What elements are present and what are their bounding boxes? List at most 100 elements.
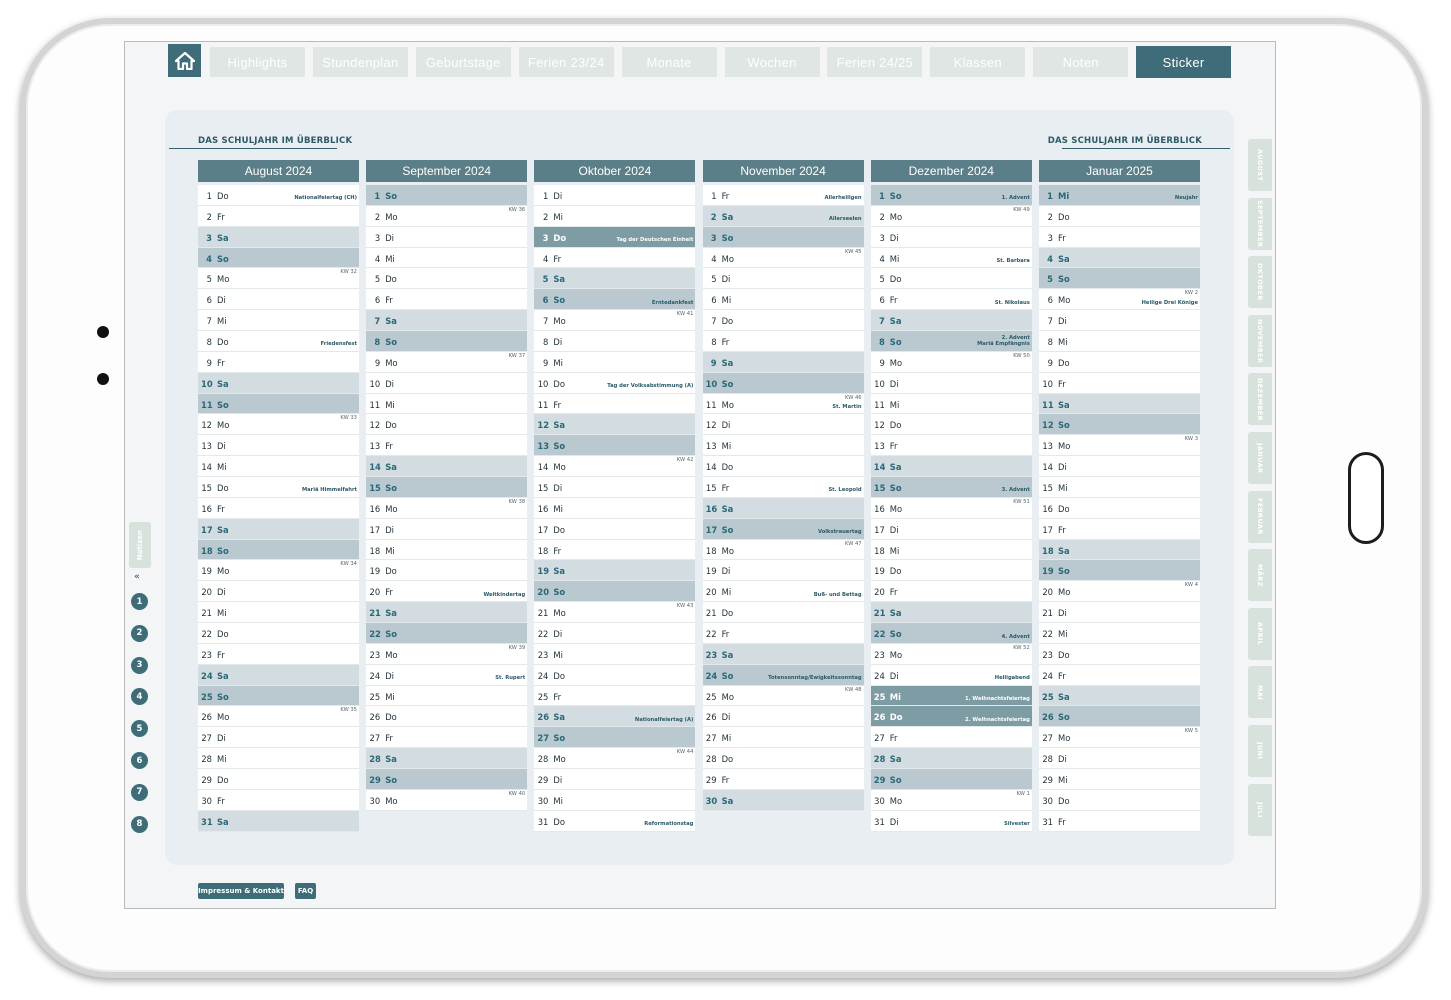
day-row[interactable]: 12 Sa [534, 414, 696, 436]
month-index-tab-februar[interactable]: FEBRUAR [1248, 490, 1272, 543]
day-row[interactable]: 23 Mo KW 52 [870, 643, 1032, 665]
day-row[interactable]: 22 Fr [702, 623, 864, 644]
day-row[interactable]: 25 Sa [1039, 685, 1200, 707]
month-header[interactable]: September 2024 [366, 160, 528, 182]
day-row[interactable]: 2 Sa Allerseelen [702, 205, 864, 227]
day-row[interactable]: 29 Do [198, 769, 359, 790]
day-row[interactable]: 5 Di [702, 268, 864, 290]
day-row[interactable]: 29 Mi [1039, 769, 1200, 790]
day-row[interactable]: 29 So [870, 769, 1032, 790]
day-row[interactable]: 10 Sa [198, 372, 359, 394]
day-row[interactable]: 21 Mo KW 43 [534, 602, 696, 624]
day-row[interactable]: 1 So [366, 185, 528, 206]
day-row[interactable]: 18 Sa [1039, 539, 1200, 561]
day-row[interactable]: 26 Mo KW 35 [198, 706, 359, 728]
month-index-tab-märz[interactable]: MÄRZ [1248, 549, 1272, 602]
day-row[interactable]: 8 Fr [702, 331, 864, 352]
day-row[interactable]: 17 Di [366, 518, 528, 540]
day-row[interactable]: 4 Mo KW 45 [702, 247, 864, 269]
tab-highlights[interactable]: Highlights [210, 47, 305, 77]
day-row[interactable]: 24 Di St. Rupert [366, 664, 528, 686]
day-row[interactable]: 22 Do [198, 623, 359, 644]
day-row[interactable]: 2 Mo KW 49 [870, 205, 1032, 227]
day-row[interactable]: 30 Mi [534, 789, 696, 811]
day-row[interactable]: 2 Do [1039, 205, 1200, 227]
day-row[interactable]: 6 Di [198, 289, 359, 311]
day-row[interactable]: 20 Mi Buß- und Bettag [702, 581, 864, 603]
day-row[interactable]: 21 Sa [366, 602, 528, 624]
day-row[interactable]: 9 Sa [702, 351, 864, 373]
day-row[interactable]: 16 Mo KW 38 [366, 497, 528, 519]
note-page-8-button[interactable]: 8 [131, 815, 148, 833]
day-row[interactable]: 4 Mi [366, 247, 528, 269]
day-row[interactable]: 11 Mo KW 46 St. Martin [702, 393, 864, 415]
day-row[interactable]: 24 Fr [1039, 664, 1200, 686]
day-row[interactable]: 11 Mi [870, 393, 1032, 415]
day-row[interactable]: 7 Mo KW 41 [534, 310, 696, 332]
month-header[interactable]: Oktober 2024 [534, 160, 696, 182]
day-row[interactable]: 16 Mo KW 51 [870, 497, 1032, 519]
day-row[interactable]: 30 Sa [702, 789, 864, 811]
day-row[interactable]: 28 Sa [870, 748, 1032, 770]
day-row[interactable]: 30 Mo KW 1 [870, 789, 1032, 811]
day-row[interactable]: 30 Mo KW 40 [366, 789, 528, 811]
note-page-3-button[interactable]: 3 [131, 656, 148, 674]
day-row[interactable]: 12 So [1039, 414, 1200, 436]
day-row[interactable]: 8 Di [534, 331, 696, 352]
day-row[interactable]: 16 Fr [198, 497, 359, 519]
day-row[interactable]: 7 Di [1039, 310, 1200, 332]
day-row[interactable]: 22 Di [534, 623, 696, 644]
day-row[interactable]: 21 Do [702, 602, 864, 624]
day-row[interactable]: 20 So [534, 581, 696, 603]
month-header[interactable]: November 2024 [702, 160, 864, 182]
day-row[interactable]: 27 Di [198, 727, 359, 749]
day-row[interactable]: 26 Sa Nationalfeiertag (A) [534, 706, 696, 728]
month-index-tab-juni[interactable]: JUNI [1248, 725, 1272, 777]
day-row[interactable]: 14 Sa [870, 456, 1032, 478]
day-row[interactable]: 23 Mo KW 39 [366, 643, 528, 665]
day-row[interactable]: 25 Mi [366, 685, 528, 707]
day-row[interactable]: 4 Mi St. Barbara [870, 247, 1032, 269]
day-row[interactable]: 6 Fr [366, 289, 528, 311]
day-row[interactable]: 13 Di [198, 435, 359, 457]
day-row[interactable]: 12 Mo KW 33 [198, 414, 359, 436]
day-row[interactable]: 8 Do Friedensfest [198, 331, 359, 352]
day-row[interactable]: 3 Di [366, 226, 528, 248]
day-row[interactable]: 26 Di [702, 706, 864, 728]
day-row[interactable]: 21 Di [1039, 602, 1200, 624]
day-row[interactable]: 12 Do [870, 414, 1032, 436]
tab-stundenplan[interactable]: Stundenplan [312, 47, 408, 77]
note-page-2-button[interactable]: 2 [131, 624, 148, 642]
day-row[interactable]: 1 Fr Allerheiligen [702, 185, 864, 206]
day-row[interactable]: 31 Fr [1039, 810, 1200, 832]
month-header[interactable]: Januar 2025 [1039, 160, 1200, 182]
day-row[interactable]: 15 So 3. Advent [870, 477, 1032, 498]
day-row[interactable]: 19 Do [366, 560, 528, 582]
day-row[interactable]: 8 Mi [1039, 331, 1200, 352]
month-index-tab-mai[interactable]: MAI [1248, 666, 1272, 719]
notes-tab[interactable]: Notizen [129, 522, 151, 568]
day-row[interactable]: 17 Do [534, 518, 696, 540]
day-row[interactable]: 4 So [198, 247, 359, 269]
day-row[interactable]: 9 Mo KW 37 [366, 351, 528, 373]
day-row[interactable]: 15 So [366, 477, 528, 498]
day-row[interactable]: 17 Di [870, 518, 1032, 540]
day-row[interactable]: 18 Mo KW 47 [702, 539, 864, 561]
day-row[interactable]: 4 Fr [534, 247, 696, 269]
month-index-tab-januar[interactable]: JANUAR [1248, 432, 1272, 484]
day-row[interactable]: 21 Sa [870, 602, 1032, 624]
month-index-tab-april[interactable]: APRIL [1248, 607, 1272, 660]
day-row[interactable]: 20 Di [198, 581, 359, 603]
day-row[interactable]: 2 Fr [198, 205, 359, 227]
day-row[interactable]: 24 Do [534, 664, 696, 686]
tablet-home-button[interactable] [1348, 452, 1384, 544]
day-row[interactable]: 27 Fr [870, 727, 1032, 749]
day-row[interactable]: 7 Do [702, 310, 864, 332]
day-row[interactable]: 26 Do 2. Weihnachtsfeiertag [870, 706, 1032, 728]
nav-home-button[interactable] [168, 44, 201, 77]
day-row[interactable]: 28 Sa [366, 748, 528, 770]
day-row[interactable]: 31 Sa [198, 810, 359, 832]
day-row[interactable]: 12 Do [366, 414, 528, 436]
day-row[interactable]: 5 Do [870, 268, 1032, 290]
day-row[interactable]: 7 Sa [870, 310, 1032, 332]
